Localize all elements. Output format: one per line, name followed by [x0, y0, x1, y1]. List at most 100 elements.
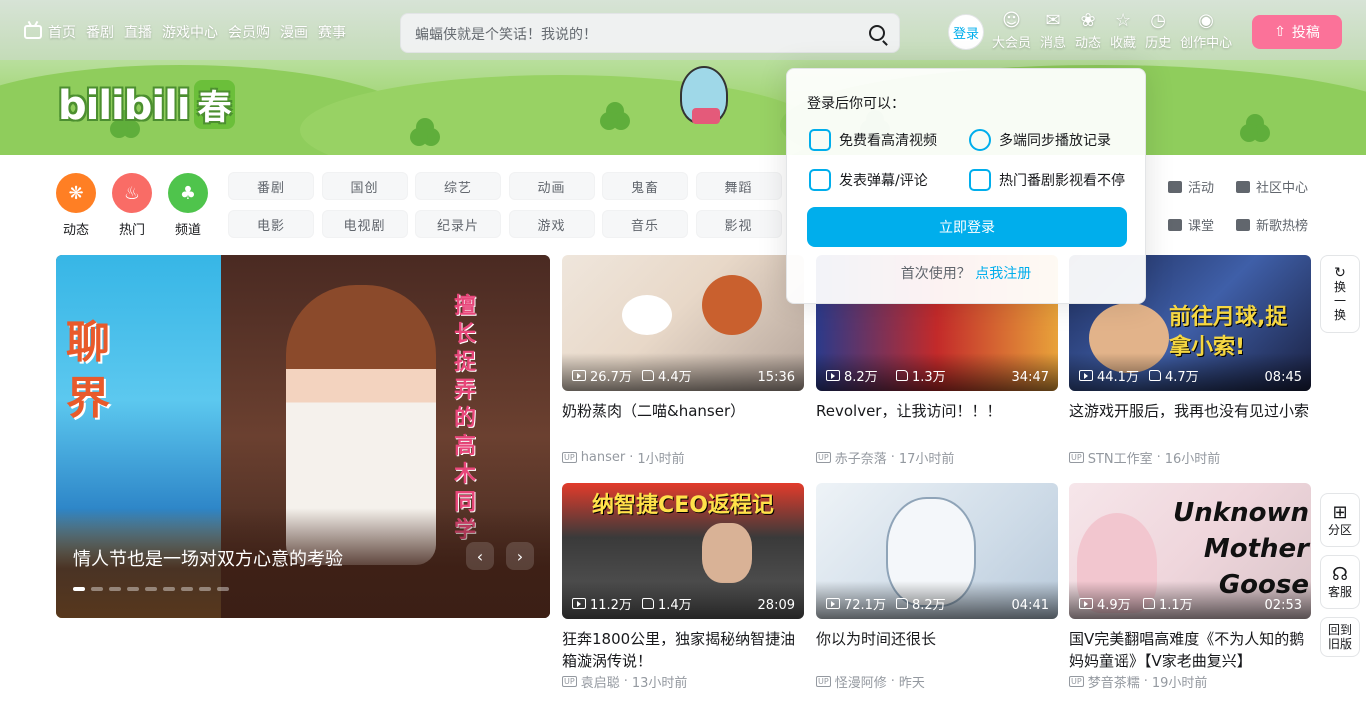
video-author[interactable]: 梦音茶糯	[1088, 672, 1140, 691]
tag-dance[interactable]: 舞蹈	[695, 172, 782, 200]
carousel-dot[interactable]	[199, 587, 211, 591]
header-history[interactable]: ◷ 历史	[1145, 10, 1171, 51]
carousel-prev-button[interactable]: ‹	[466, 542, 494, 570]
clover-decoration	[410, 128, 428, 146]
refresh-button[interactable]: ↻ 换 一 换	[1320, 255, 1360, 333]
carousel-caption[interactable]: 情人节也是一场对双方心意的考验	[73, 545, 343, 571]
bilibili-logo[interactable]: bilibili 春	[58, 80, 235, 129]
header-favorites[interactable]: ☆ 收藏	[1110, 10, 1136, 51]
side-link-community[interactable]: 社区中心	[1236, 177, 1308, 196]
upload-label: 投稿	[1291, 25, 1320, 41]
side-link-activity[interactable]: 活动	[1168, 177, 1214, 196]
banner-carousel[interactable]: 聊界 擅长捉弄的高木同学 情人节也是一场对双方心意的考验 ‹ ›	[56, 255, 550, 618]
nav-item-bangumi[interactable]: 番剧	[86, 22, 114, 42]
nav-item-esports[interactable]: 赛事	[318, 22, 346, 42]
popup-feature: 免费看高清视频	[809, 129, 937, 151]
video-title[interactable]: 你以为时间还很长	[816, 628, 1058, 672]
play-count-value: 8.2万	[844, 370, 878, 385]
thumb-sticker	[622, 295, 672, 335]
carousel-dot[interactable]	[109, 587, 121, 591]
header-creator[interactable]: ◉ 创作中心	[1180, 10, 1232, 51]
flag-icon	[1168, 180, 1182, 193]
video-author[interactable]: hanser	[581, 450, 626, 465]
hot-channel-label[interactable]: 热门	[112, 219, 152, 238]
video-thumbnail[interactable]: 纳智捷CEO返程记 11.2万 1.4万 28:09	[562, 483, 804, 619]
refresh-char: 换	[1333, 280, 1346, 294]
tag-kichiku[interactable]: 鬼畜	[602, 172, 688, 200]
carousel-dot[interactable]	[145, 587, 157, 591]
video-author[interactable]: 赤子奈落	[835, 448, 887, 467]
like-icon	[896, 598, 908, 609]
tag-tv-series[interactable]: 电视剧	[321, 210, 408, 238]
login-avatar-button[interactable]: 登录	[948, 14, 984, 50]
carousel-dot[interactable]	[127, 587, 139, 591]
video-card[interactable]: 72.1万 8.2万 04:41 你以为时间还很长 UP 怪漫阿修 · 昨天	[816, 483, 1058, 691]
video-title[interactable]: 国V完美翻唱高难度《不为人知的鹅妈妈童谣》【V家老曲复兴】	[1069, 628, 1311, 672]
header-dynamic[interactable]: ❀ 动态	[1075, 10, 1101, 51]
video-duration: 15:36	[757, 370, 795, 385]
video-thumbnail[interactable]: Unknown Mother Goose 4.9万 1.1万 02:53	[1069, 483, 1311, 619]
nav-home[interactable]: 首页	[24, 22, 76, 42]
popup-footer-text: 首次使用？	[900, 266, 971, 282]
video-time: 16小时前	[1164, 452, 1221, 467]
header-message[interactable]: ✉ 消息	[1040, 10, 1066, 51]
popup-feature-label: 发表弹幕/评论	[839, 173, 928, 189]
category-button[interactable]: ⊞ 分区	[1320, 493, 1360, 547]
upload-button[interactable]: ⇧ 投稿	[1252, 15, 1342, 49]
popup-feature-label: 免费看高清视频	[839, 133, 937, 149]
hot-channel-icon[interactable]: ♨	[112, 173, 152, 213]
tag-film[interactable]: 影视	[695, 210, 782, 238]
video-author[interactable]: STN工作室	[1088, 448, 1153, 467]
login-now-button[interactable]: 立即登录	[807, 207, 1127, 247]
video-title[interactable]: 奶粉蒸肉（二喵&hanser）	[562, 400, 804, 444]
header-vip[interactable]: ☺ 大会员	[992, 10, 1031, 51]
tag-bangumi[interactable]: 番剧	[228, 172, 314, 200]
side-link-new-songs[interactable]: 新歌热榜	[1236, 215, 1308, 234]
tag-guochuang[interactable]: 国创	[321, 172, 408, 200]
like-icon	[896, 370, 908, 381]
nav-item-live[interactable]: 直播	[124, 22, 152, 42]
video-author[interactable]: 袁启聪	[581, 672, 620, 691]
old-version-button[interactable]: 回到旧版	[1320, 617, 1360, 657]
video-author[interactable]: 怪漫阿修	[835, 672, 887, 691]
search-icon[interactable]	[869, 25, 885, 41]
register-link[interactable]: 点我注册	[975, 266, 1031, 282]
video-card[interactable]: 26.7万 4.4万 15:36 奶粉蒸肉（二喵&hanser） UP hanse…	[562, 255, 804, 467]
play-count: 26.7万	[572, 366, 632, 385]
login-popup: 登录后你可以： 免费看高清视频 多端同步播放记录 发表弹幕/评论 热门番剧影视看…	[786, 68, 1146, 304]
tag-documentary[interactable]: 纪录片	[415, 210, 501, 238]
play-count-icon	[826, 598, 840, 609]
search-input[interactable]	[415, 23, 855, 45]
dynamic-channel-icon[interactable]: ❋	[56, 173, 96, 213]
video-card[interactable]: Unknown Mother Goose 4.9万 1.1万 02:53 国V完…	[1069, 483, 1311, 691]
video-thumbnail[interactable]: 26.7万 4.4万 15:36	[562, 255, 804, 391]
carousel-dot[interactable]	[91, 587, 103, 591]
dynamic-channel-label[interactable]: 动态	[56, 219, 96, 238]
video-duration: 34:47	[1011, 370, 1049, 385]
tag-animation[interactable]: 动画	[508, 172, 595, 200]
nav-item-mall[interactable]: 会员购	[228, 22, 270, 42]
nav-item-manga[interactable]: 漫画	[280, 22, 308, 42]
carousel-dot[interactable]	[163, 587, 175, 591]
tag-movie[interactable]: 电影	[228, 210, 314, 238]
tag-game[interactable]: 游戏	[508, 210, 595, 238]
video-thumbnail[interactable]: 72.1万 8.2万 04:41	[816, 483, 1058, 619]
video-card[interactable]: 纳智捷CEO返程记 11.2万 1.4万 28:09 狂奔1800公里，独家揭秘…	[562, 483, 804, 691]
channel-icon[interactable]: ♣	[168, 173, 208, 213]
tag-music[interactable]: 音乐	[602, 210, 688, 238]
video-title[interactable]: Revolver，让我访问！！！	[816, 400, 1058, 444]
video-title[interactable]: 这游戏开服后，我再也没有见过小索	[1069, 400, 1311, 444]
side-link-classroom[interactable]: 课堂	[1168, 215, 1214, 234]
carousel-dot[interactable]	[181, 587, 193, 591]
tag-variety[interactable]: 综艺	[415, 172, 501, 200]
tv-icon	[24, 25, 42, 39]
nav-home-label: 首页	[48, 25, 76, 41]
nav-item-game-center[interactable]: 游戏中心	[162, 22, 218, 42]
carousel-next-button[interactable]: ›	[506, 542, 534, 570]
popup-feature: 热门番剧影视看不停	[969, 169, 1125, 191]
carousel-dot[interactable]	[217, 587, 229, 591]
channel-label[interactable]: 频道	[168, 219, 208, 238]
service-button[interactable]: ☊ 客服	[1320, 555, 1360, 609]
video-title[interactable]: 狂奔1800公里，独家揭秘纳智捷油箱漩涡传说！	[562, 628, 804, 672]
carousel-dot[interactable]	[73, 587, 85, 591]
